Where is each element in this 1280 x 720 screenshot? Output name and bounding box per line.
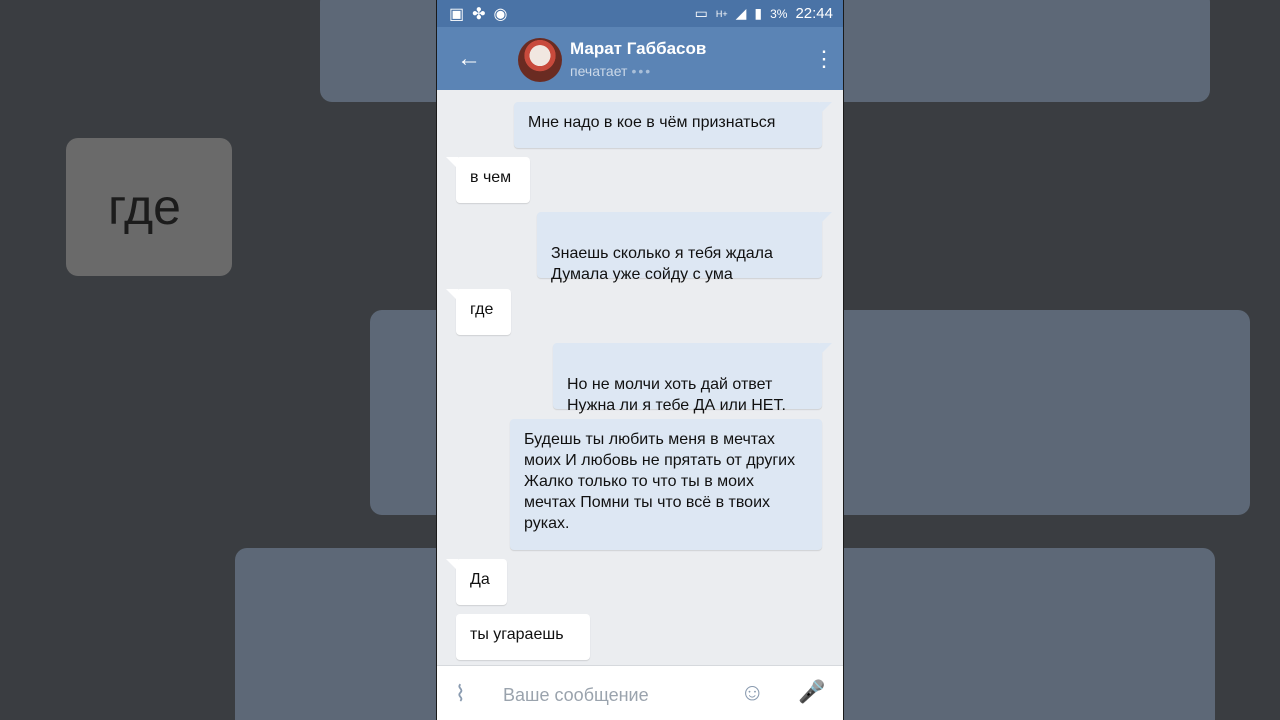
outgoing-message[interactable]: Мне надо в кое в чём признаться — [514, 102, 832, 148]
paperclip-icon[interactable]: ⌇ — [455, 681, 466, 707]
signal-label: H+ — [715, 8, 728, 19]
message-text: где — [470, 301, 494, 318]
message-text: Да — [470, 571, 490, 588]
cast-icon: ▭ — [694, 5, 708, 21]
status-indicators: ▭ H+ ◢ ▮ 3% 22:44 — [695, 5, 833, 22]
signal-icon: ◢ — [735, 5, 747, 21]
message-text: Знаешь сколько я тебя ждала Думала уже с… — [551, 245, 773, 283]
incoming-message[interactable]: где — [446, 289, 511, 335]
message-input[interactable] — [501, 680, 725, 710]
microphone-icon[interactable]: 🎤 — [798, 679, 825, 705]
incoming-message[interactable]: ты угараешь — [456, 614, 590, 660]
arrow-left-icon: ← — [457, 45, 481, 72]
typing-status: печатает ••• — [570, 63, 652, 79]
battery-percent: 3% — [770, 6, 788, 21]
video-camera-icon: ▣ — [449, 5, 465, 23]
message-text: ты угараешь — [470, 626, 564, 643]
outgoing-message[interactable]: Знаешь сколько я тебя ждала Думала уже с… — [537, 212, 832, 283]
back-button[interactable]: ← — [457, 45, 485, 73]
bg-text: где — [108, 179, 181, 235]
status-bar: ▣ ✤ ◉ ▭ H+ ◢ ▮ 3% 22:44 — [437, 0, 843, 27]
chat-header: ← Марат Габбасов печатает ••• ⋮ — [437, 27, 843, 90]
phone-screen: ▣ ✤ ◉ ▭ H+ ◢ ▮ 3% 22:44 ← Марат Габбасов… — [437, 0, 843, 720]
emoji-icon[interactable]: ☺ — [740, 679, 765, 707]
message-text: Будешь ты любить меня в мечтах моих И лю… — [524, 431, 796, 532]
message-text: в чем — [470, 169, 512, 186]
incoming-message[interactable]: в чем — [446, 157, 530, 203]
bg-bubble: где — [66, 138, 232, 276]
message-text: Но не молчи хоть дай ответ Нужна ли я те… — [567, 376, 786, 414]
typing-dots: ••• — [631, 63, 653, 79]
outgoing-message[interactable]: Будешь ты любить меня в мечтах моих И лю… — [510, 419, 822, 550]
more-options-button[interactable]: ⋮ — [813, 45, 835, 73]
clock: 22:44 — [795, 5, 833, 22]
outgoing-message[interactable]: Но не молчи хоть дай ответ Нужна ли я те… — [553, 343, 832, 414]
incoming-message[interactable]: Да — [446, 559, 507, 605]
eye-icon: ◉ — [493, 5, 508, 23]
message-list[interactable]: Мне надо в кое в чём признаться в чем Зн… — [437, 90, 843, 665]
typing-label: печатает — [570, 63, 628, 79]
more-vertical-icon: ⋮ — [813, 46, 835, 71]
notification-icons: ▣ ✤ ◉ — [449, 4, 508, 24]
clover-icon: ✤ — [472, 5, 486, 23]
avatar[interactable] — [518, 38, 562, 82]
message-composer: ⌇ ☺ 🎤 — [437, 665, 843, 720]
message-text: Мне надо в кое в чём признаться — [528, 114, 776, 131]
battery-icon: ▮ — [754, 5, 763, 21]
contact-name[interactable]: Марат Габбасов — [570, 39, 706, 59]
